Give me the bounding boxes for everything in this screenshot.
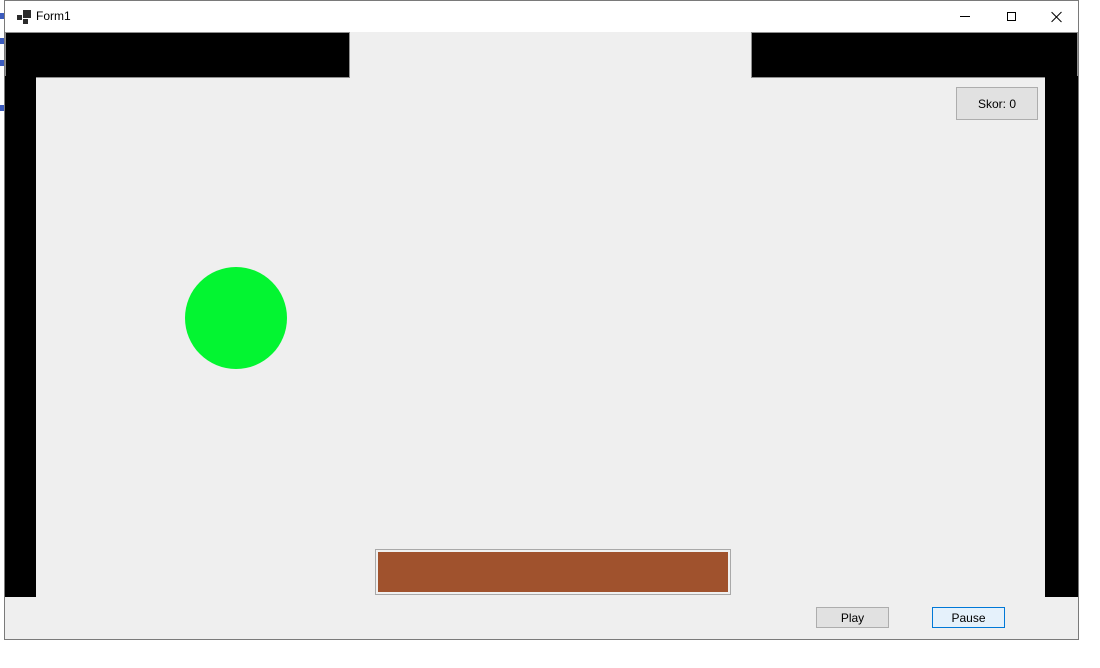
window-title: Form1 xyxy=(36,9,71,23)
game-area: Skor: 0 Play Pause xyxy=(5,32,1078,639)
title-bar[interactable]: Form1 xyxy=(5,1,1078,32)
form-window: Form1 Skor: 0 Play Pause xyxy=(4,0,1079,640)
maximize-icon xyxy=(1006,12,1016,21)
score-label: Skor: 0 xyxy=(956,87,1038,120)
minimize-icon xyxy=(960,16,970,17)
maximize-button[interactable] xyxy=(988,1,1034,32)
paddle[interactable] xyxy=(375,549,731,595)
top-left-wall xyxy=(5,32,350,78)
left-wall xyxy=(5,76,36,597)
ball xyxy=(185,267,287,369)
pause-button[interactable]: Pause xyxy=(932,607,1005,628)
paddle-fill xyxy=(378,552,728,592)
desktop: Form1 Skor: 0 Play Pause xyxy=(0,0,1100,668)
app-icon xyxy=(17,10,31,24)
close-icon xyxy=(1051,11,1063,23)
play-button[interactable]: Play xyxy=(816,607,889,628)
top-right-wall xyxy=(751,32,1078,78)
minimize-button[interactable] xyxy=(942,1,988,32)
right-wall xyxy=(1045,76,1078,597)
close-button[interactable] xyxy=(1034,1,1078,32)
